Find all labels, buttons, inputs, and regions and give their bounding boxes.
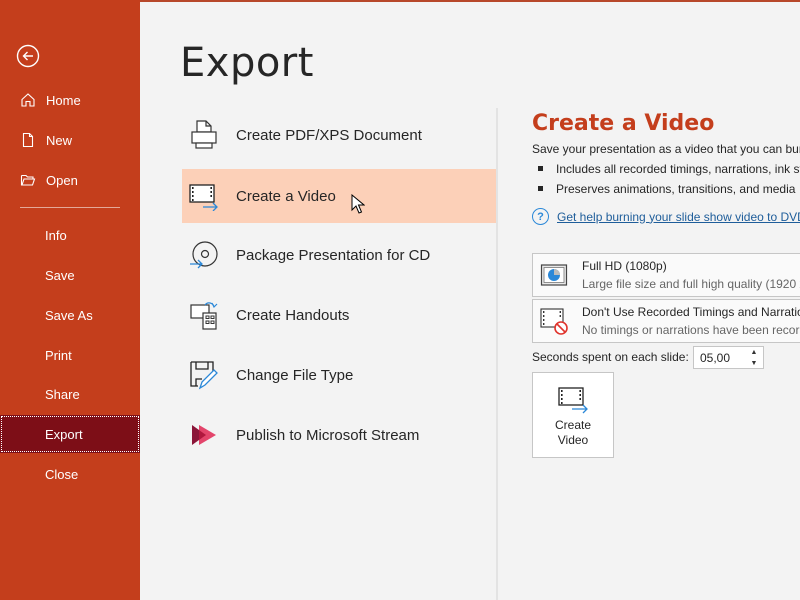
option-label: Package Presentation for CD <box>236 246 431 264</box>
sidebar-item-print[interactable]: Print <box>0 336 140 374</box>
panel-divider <box>496 108 498 600</box>
video-quality-dropdown[interactable]: Full HD (1080p) Large file size and full… <box>532 253 800 297</box>
create-video-icon <box>558 387 588 414</box>
timings-option-title: Don't Use Recorded Timings and Narratio <box>582 305 800 319</box>
detail-description: Save your presentation as a video that y… <box>532 142 800 156</box>
page-title: Export <box>180 40 314 86</box>
mouse-cursor-icon <box>351 194 365 214</box>
sidebar-item-label: Print <box>45 347 72 363</box>
sidebar-item-label: Open <box>46 172 78 188</box>
detail-bullet: Includes all recorded timings, narration… <box>538 162 800 176</box>
sidebar-item-label: Save <box>45 267 75 283</box>
help-burn-dvd-link[interactable]: Get help burning your slide show video t… <box>557 210 800 224</box>
pdf-document-icon <box>191 120 217 149</box>
sidebar-item-label: Home <box>46 92 81 108</box>
sidebar-item-share[interactable]: Share <box>0 375 140 413</box>
option-label: Change File Type <box>236 366 354 384</box>
new-document-icon <box>22 132 34 148</box>
change-file-type-icon <box>190 361 218 390</box>
seconds-per-slide-input[interactable] <box>700 350 748 365</box>
seconds-per-slide-label: Seconds spent on each slide: <box>532 350 689 364</box>
sidebar-item-save[interactable]: Save <box>0 256 140 294</box>
recorded-timings-dropdown[interactable]: Don't Use Recorded Timings and Narratio … <box>532 299 800 343</box>
bullet-icon <box>538 166 543 171</box>
sidebar-divider <box>20 207 120 208</box>
create-video-label-line1: Create <box>554 418 592 432</box>
sidebar-item-home[interactable]: Home <box>0 81 140 119</box>
spin-up-icon[interactable]: ▲ <box>751 348 758 357</box>
create-video-label-line2: Video <box>557 433 589 447</box>
home-icon <box>21 93 35 107</box>
sidebar-item-close[interactable]: Close <box>0 455 140 493</box>
export-option-pdf-xps[interactable]: Create PDF/XPS Document <box>182 108 496 162</box>
quality-option-title: Full HD (1080p) <box>582 259 667 273</box>
export-option-change-file-type[interactable]: Change File Type <box>182 348 496 402</box>
handouts-icon <box>190 302 218 330</box>
create-video-button[interactable]: Create Video <box>532 372 614 458</box>
export-option-microsoft-stream[interactable]: Publish to Microsoft Stream <box>182 408 496 462</box>
option-label: Create Handouts <box>236 306 350 324</box>
spin-down-icon[interactable]: ▼ <box>751 359 758 368</box>
open-folder-icon <box>20 174 36 186</box>
microsoft-stream-icon <box>192 425 216 445</box>
export-option-package-cd[interactable]: Package Presentation for CD <box>182 228 496 282</box>
sidebar-item-export[interactable]: Export <box>0 415 140 453</box>
video-icon <box>189 184 218 211</box>
sidebar-item-save-as[interactable]: Save As <box>0 296 140 334</box>
bullet-text: Preserves animations, transitions, and m… <box>556 182 796 196</box>
help-question-icon: ? <box>532 208 549 225</box>
bullet-icon <box>538 186 543 191</box>
sidebar-item-info[interactable]: Info <box>0 216 140 254</box>
back-button[interactable] <box>16 44 40 68</box>
export-option-create-video[interactable]: Create a Video <box>182 169 496 223</box>
export-option-handouts[interactable]: Create Handouts <box>182 288 496 342</box>
detail-title: Create a Video <box>532 111 715 136</box>
bullet-text: Includes all recorded timings, narration… <box>556 162 800 176</box>
timings-option-subtitle: No timings or narrations have been recor… <box>582 323 800 337</box>
sidebar-item-label: Share <box>45 386 80 402</box>
sidebar-item-label: Info <box>45 227 67 243</box>
back-arrow-icon <box>16 44 40 68</box>
help-link-row: ? Get help burning your slide show video… <box>532 208 800 225</box>
option-label: Create a Video <box>236 187 336 205</box>
option-label: Create PDF/XPS Document <box>236 126 422 144</box>
seconds-per-slide-spinner[interactable]: ▲ ▼ <box>693 346 764 369</box>
backstage-sidebar: Home New Open Info Save Save As Print Sh… <box>0 0 140 600</box>
sidebar-item-open[interactable]: Open <box>0 161 140 199</box>
option-label: Publish to Microsoft Stream <box>236 426 420 444</box>
sidebar-item-label: New <box>46 132 73 148</box>
sidebar-item-label: Close <box>45 466 79 482</box>
sidebar-item-label: Save As <box>45 307 93 323</box>
create-video-label: Create Video <box>555 418 591 448</box>
detail-bullet: Preserves animations, transitions, and m… <box>538 182 795 196</box>
presentation-quality-icon <box>540 264 568 286</box>
cd-package-icon <box>190 241 218 269</box>
quality-option-subtitle: Large file size and full high quality (1… <box>582 277 800 291</box>
sidebar-item-label: Export <box>45 426 83 442</box>
no-timings-icon <box>540 308 568 335</box>
sidebar-item-new[interactable]: New <box>0 121 140 159</box>
